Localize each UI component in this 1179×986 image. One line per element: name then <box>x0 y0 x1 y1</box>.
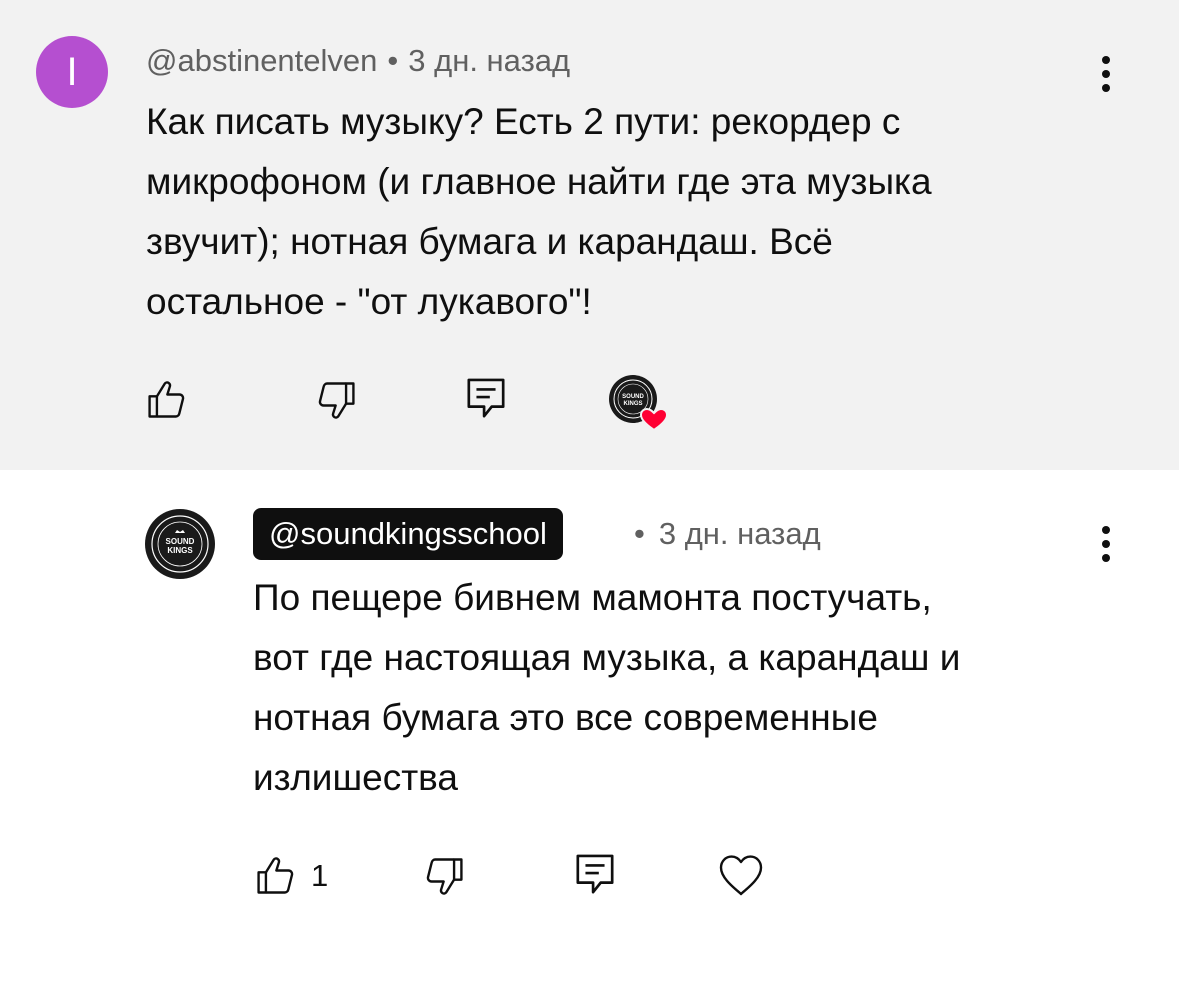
more-options-icon[interactable] <box>1100 56 1112 98</box>
timestamp: 3 дн. назад <box>658 516 821 551</box>
timestamp: 3 дн. назад <box>408 43 571 78</box>
avatar-text: SOUND <box>166 537 195 546</box>
reply-meta: • 3 дн. назад <box>634 514 821 554</box>
avatar-text: KINGS <box>167 546 193 555</box>
thumbs-down-icon[interactable] <box>422 854 466 898</box>
thumbs-up-icon[interactable] <box>254 854 298 898</box>
author-handle[interactable]: @abstinentelven <box>146 43 377 78</box>
reply-comment-icon[interactable] <box>574 852 616 898</box>
heart-outline-icon[interactable] <box>717 852 765 898</box>
comment-text-line: микрофоном (и главное найти где эта музы… <box>146 161 932 202</box>
reply-text: По пещере бивнем мамонта постучать, вот … <box>253 568 960 808</box>
avatar[interactable]: I <box>36 36 108 108</box>
comment-text: Как писать музыку? Есть 2 пути: рекордер… <box>146 92 932 332</box>
comment-text-line: звучит); нотная бумага и карандаш. Всё <box>146 221 833 262</box>
svg-text:SOUND: SOUND <box>622 394 644 400</box>
comment-text-line: остальное - "от лукавого"! <box>146 281 592 322</box>
separator-dot: • <box>634 516 645 551</box>
avatar[interactable]: SOUND KINGS <box>144 508 216 585</box>
svg-text:KINGS: KINGS <box>623 401 642 407</box>
separator-dot: • <box>387 43 399 78</box>
thumbs-up-icon[interactable] <box>145 378 189 422</box>
thumbs-down-icon[interactable] <box>314 378 358 422</box>
reply-text-line: нотная бумага это все современные <box>253 697 878 738</box>
comment-meta: @abstinentelven • 3 дн. назад <box>146 41 570 81</box>
reply-text-line: излишества <box>253 757 458 798</box>
creator-heart-icon[interactable]: SOUND KINGS <box>608 374 672 432</box>
author-handle[interactable]: @soundkingsschool <box>253 508 563 560</box>
top-comment: I @abstinentelven • 3 дн. назад Как писать… <box>0 0 1179 470</box>
reply-text-line: По пещере бивнем мамонта постучать, <box>253 577 932 618</box>
reply-comment-icon[interactable] <box>465 376 507 422</box>
more-options-icon[interactable] <box>1100 526 1112 568</box>
comment-text-line: Как писать музыку? Есть 2 пути: рекордер… <box>146 101 901 142</box>
reply-text-line: вот где настоящая музыка, а карандаш и <box>253 637 961 678</box>
like-count: 1 <box>311 858 329 893</box>
